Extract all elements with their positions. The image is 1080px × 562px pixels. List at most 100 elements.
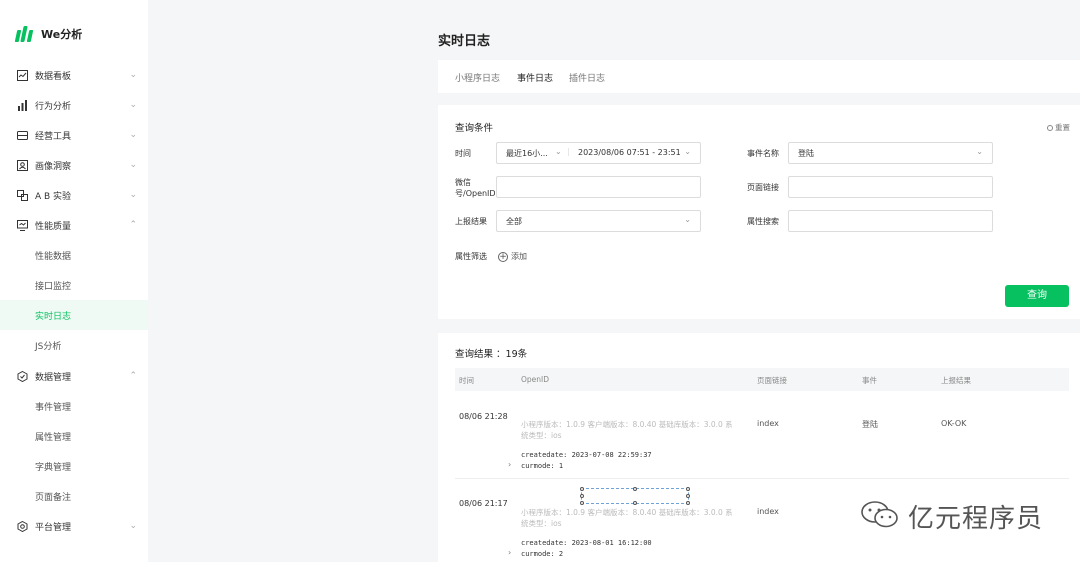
- tab-plugin-log[interactable]: 插件日志: [569, 71, 605, 84]
- time-range-picker[interactable]: 最近16小... ⌄ | 2023/08/06 07:51 - 23:51 ⌄: [496, 142, 701, 164]
- expand-icon[interactable]: ›: [508, 460, 511, 469]
- monitor-icon: [16, 219, 28, 231]
- app-logo[interactable]: We分析: [14, 26, 82, 42]
- page-title: 实时日志: [438, 34, 491, 49]
- sidebar-item-performance[interactable]: 性能质量 ⌃: [0, 210, 148, 240]
- tab-miniprogram-log[interactable]: 小程序日志: [455, 71, 500, 84]
- row-detail-line: curmode: 1: [521, 462, 564, 470]
- event-name-select[interactable]: 登陆 ⌄: [788, 142, 993, 164]
- row-meta: 小程序版本：1.0.9 客户端版本：8.0.40 基础库版本：3.0.0 系统类…: [521, 508, 733, 528]
- sidebar-item-label: 数据看板: [35, 71, 72, 82]
- chevron-up-icon: ⌃: [129, 371, 137, 381]
- row-time: 08/06 21:28: [459, 412, 508, 421]
- tab-event-log[interactable]: 事件日志: [517, 71, 553, 84]
- log-tabs: 小程序日志 事件日志 插件日志: [438, 60, 1080, 93]
- sidebar-item-behavior[interactable]: 行为分析 ⌄: [0, 90, 148, 120]
- report-result-select[interactable]: 全部 ⌄: [496, 210, 701, 232]
- reset-label: 重置: [1055, 123, 1070, 132]
- column-header: OpenID: [521, 375, 550, 384]
- sidebar-item-label: 行为分析: [35, 101, 72, 112]
- query-button[interactable]: 查询: [1005, 285, 1069, 307]
- add-filter-label: 添加: [511, 252, 527, 261]
- row-time: 08/06 21:17: [459, 499, 508, 508]
- hexagon-check-icon: [16, 370, 28, 382]
- column-header: 事件: [862, 376, 877, 385]
- sidebar-subitem-label: 属性管理: [35, 432, 72, 443]
- bar-chart-icon: [16, 99, 28, 111]
- attr-search-input[interactable]: [788, 210, 993, 232]
- chevron-down-icon: ⌄: [684, 147, 691, 156]
- row-event: 登陆: [862, 420, 878, 429]
- query-panel: 查询条件 重置 时间 最近16小... ⌄ | 2023/08/06 07:51…: [438, 105, 1080, 319]
- column-header: 页面链接: [757, 376, 787, 385]
- sidebar-subitem-label: 字典管理: [35, 462, 72, 473]
- sidebar-subitem-perf-data[interactable]: 性能数据: [0, 240, 148, 270]
- sidebar-item-platform[interactable]: 平台管理 ⌄: [0, 511, 148, 541]
- sidebar-item-label: 画像洞察: [35, 161, 72, 172]
- add-filter-button[interactable]: + 添加: [498, 251, 527, 262]
- openid-input[interactable]: [496, 176, 701, 198]
- chevron-down-icon: ⌄: [129, 130, 137, 140]
- results-title: 查询结果 ：19条: [455, 349, 528, 360]
- column-header: 上报结果: [941, 376, 971, 385]
- time-preset-select[interactable]: 最近16小...: [506, 148, 548, 159]
- page-link-label: 页面链接: [747, 183, 779, 192]
- sidebar-subitem-label: 性能数据: [35, 251, 72, 262]
- column-header: 时间: [459, 376, 474, 385]
- sidebar-subitem-page-notes[interactable]: 页面备注: [0, 481, 148, 511]
- sidebar-item-business-tools[interactable]: 经营工具 ⌄: [0, 120, 148, 150]
- watermark-text: 亿元程序员: [908, 504, 1044, 534]
- attr-filter-label: 属性筛选: [455, 252, 487, 261]
- sidebar-item-label: 平台管理: [35, 522, 72, 533]
- logo-icon: [14, 26, 34, 42]
- sidebar-item-portrait[interactable]: 画像洞察 ⌄: [0, 150, 148, 180]
- row-page-link: index: [757, 507, 779, 516]
- sidebar-subitem-api-monitor[interactable]: 接口监控: [0, 270, 148, 300]
- sidebar-item-label: 性能质量: [35, 221, 72, 232]
- sidebar-subitem-label: JS分析: [35, 341, 62, 352]
- time-range-value[interactable]: 2023/08/06 07:51 - 23:51: [578, 148, 681, 157]
- sidebar-subitem-js-analysis[interactable]: JS分析: [0, 330, 148, 360]
- expand-icon[interactable]: ›: [508, 548, 511, 557]
- chevron-down-icon: ⌄: [976, 147, 983, 156]
- sidebar-item-data-management[interactable]: 数据管理 ⌃: [0, 361, 148, 391]
- ab-test-icon: [16, 189, 28, 201]
- plus-circle-icon: +: [498, 251, 508, 262]
- chevron-down-icon: ⌄: [129, 160, 137, 170]
- sidebar-subitem-event-manage[interactable]: 事件管理: [0, 391, 148, 421]
- selection-box: [580, 487, 690, 505]
- sidebar-item-dashboard[interactable]: 数据看板 ⌄: [0, 60, 148, 90]
- row-detail-line: createdate: 2023-07-08 22:59:37: [521, 451, 652, 459]
- sidebar-subitem-label: 页面备注: [35, 492, 72, 503]
- sidebar-subitem-label: 实时日志: [35, 311, 72, 322]
- sidebar-subitem-attr-manage[interactable]: 属性管理: [0, 421, 148, 451]
- divider: [455, 478, 1069, 479]
- sidebar-item-label: 数据管理: [35, 372, 72, 383]
- report-result-value: 全部: [506, 217, 522, 226]
- portrait-icon: [16, 159, 28, 171]
- settings-icon: [16, 520, 28, 532]
- sidebar-subitem-dict-manage[interactable]: 字典管理: [0, 451, 148, 481]
- chevron-down-icon: ⌄: [129, 70, 137, 80]
- row-result: OK-OK: [941, 419, 967, 428]
- event-name-value: 登陆: [798, 149, 814, 158]
- chevron-down-icon: ⌄: [555, 147, 562, 156]
- chevron-down-icon: ⌄: [129, 521, 137, 531]
- chevron-down-icon: ⌄: [129, 190, 137, 200]
- sidebar-item-ab-test[interactable]: A B 实验 ⌄: [0, 180, 148, 210]
- chevron-up-icon: ⌃: [129, 220, 137, 230]
- sidebar-subitem-label: 接口监控: [35, 281, 72, 292]
- chevron-down-icon: ⌄: [684, 215, 691, 224]
- sidebar-subitem-realtime-log[interactable]: 实时日志: [0, 300, 148, 330]
- page-link-input[interactable]: [788, 176, 993, 198]
- table-header: 时间 OpenID 页面链接 事件 上报结果: [455, 368, 1069, 391]
- event-name-label: 事件名称: [747, 149, 779, 158]
- divider: |: [567, 147, 570, 156]
- sidebar-item-label: 经营工具: [35, 131, 72, 142]
- toolbox-icon: [16, 129, 28, 141]
- chevron-down-icon: ⌄: [129, 100, 137, 110]
- sidebar-subitem-label: 事件管理: [35, 402, 72, 413]
- sidebar-item-label: A B 实验: [35, 191, 72, 202]
- chart-line-icon: [16, 69, 28, 81]
- reset-button[interactable]: 重置: [1047, 122, 1070, 133]
